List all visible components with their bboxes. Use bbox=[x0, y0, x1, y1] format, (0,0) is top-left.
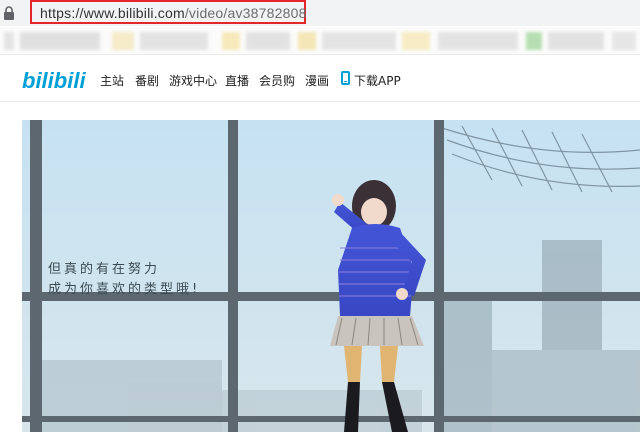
nav-item-live[interactable]: 直播 bbox=[225, 72, 249, 89]
download-app-link[interactable]: 下载APP bbox=[354, 72, 401, 89]
url-text: https://www.bilibili.com/video/av3878280… bbox=[40, 5, 307, 21]
nav-item-anime[interactable]: 番剧 bbox=[135, 72, 159, 89]
browser-address-bar: https://www.bilibili.com/video/av3878280… bbox=[0, 0, 640, 26]
bookmark-item[interactable] bbox=[548, 32, 604, 50]
phone-icon bbox=[341, 71, 350, 85]
bookmark-item[interactable] bbox=[222, 32, 240, 50]
bookmark-item[interactable] bbox=[612, 32, 636, 50]
nav-item-game-center[interactable]: 游戏中心 bbox=[169, 72, 217, 89]
nav-item-member-shop[interactable]: 会员购 bbox=[259, 72, 295, 89]
lock-icon bbox=[4, 6, 14, 20]
bookmark-item[interactable] bbox=[20, 32, 100, 50]
site-header-nav: bilibili 主站 番剧 游戏中心 直播 会员购 漫画 下载APP bbox=[0, 56, 640, 102]
url-field[interactable]: https://www.bilibili.com/video/av3878280… bbox=[30, 0, 306, 24]
banner-slogan-line2: 成为你喜欢的类型哦! bbox=[48, 282, 201, 297]
bookmark-item[interactable] bbox=[322, 32, 396, 50]
bookmarks-bar bbox=[0, 27, 640, 55]
bookmark-item[interactable] bbox=[402, 32, 430, 50]
bookmark-item[interactable] bbox=[246, 32, 290, 50]
banner-slogan-line1: 但真的有在努力 bbox=[48, 262, 161, 277]
bookmark-item[interactable] bbox=[112, 32, 134, 50]
bookmark-item[interactable] bbox=[438, 32, 518, 50]
bookmark-item[interactable] bbox=[526, 32, 542, 50]
bookmark-item[interactable] bbox=[140, 32, 208, 50]
bilibili-logo[interactable]: bilibili bbox=[22, 64, 88, 94]
bookmark-item[interactable] bbox=[298, 32, 316, 50]
hero-banner[interactable]: 但真的有在努力 成为你喜欢的类型哦! bbox=[22, 120, 640, 432]
nav-item-main[interactable]: 主站 bbox=[100, 72, 124, 89]
bookmark-item[interactable] bbox=[4, 32, 14, 50]
nav-item-manga[interactable]: 漫画 bbox=[305, 72, 329, 89]
svg-text:bilibili: bilibili bbox=[22, 68, 86, 93]
